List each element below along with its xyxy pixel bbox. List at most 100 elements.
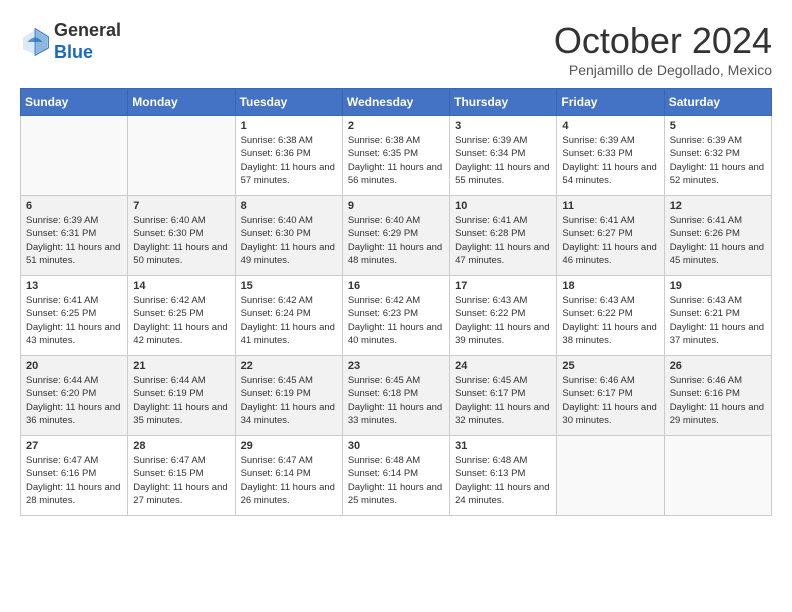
day-info: Sunrise: 6:41 AMSunset: 6:26 PMDaylight:… [670,214,766,267]
week-row-1: 1Sunrise: 6:38 AMSunset: 6:36 PMDaylight… [21,116,772,196]
day-info: Sunrise: 6:39 AMSunset: 6:33 PMDaylight:… [562,134,658,187]
sunrise: Sunrise: 6:39 AM [562,135,634,146]
day-number: 26 [670,360,766,372]
sunset: Sunset: 6:13 PM [455,468,525,479]
day-header-monday: Monday [128,89,235,116]
calendar-cell [21,116,128,196]
calendar-cell: 27Sunrise: 6:47 AMSunset: 6:16 PMDayligh… [21,436,128,516]
calendar-cell: 15Sunrise: 6:42 AMSunset: 6:24 PMDayligh… [235,276,342,356]
sunrise: Sunrise: 6:42 AM [241,295,313,306]
sunset: Sunset: 6:34 PM [455,148,525,159]
daylight: Daylight: 11 hours and 24 minutes. [455,482,549,506]
day-number: 10 [455,200,551,212]
sunrise: Sunrise: 6:42 AM [348,295,420,306]
day-info: Sunrise: 6:43 AMSunset: 6:21 PMDaylight:… [670,294,766,347]
day-info: Sunrise: 6:44 AM Sunset: 6:19 PM Daylight:… [133,374,229,427]
day-info: Sunrise: 6:48 AM Sunset: 6:13 PM Daylight:… [455,454,551,507]
daylight: Daylight: 11 hours and 41 minutes. [241,322,335,346]
sunset: Sunset: 6:30 PM [241,228,311,239]
sunset: Sunset: 6:19 PM [133,388,203,399]
daylight: Daylight: 11 hours and 29 minutes. [670,402,764,426]
sunrise: Sunrise: 6:41 AM [670,215,742,226]
sunset: Sunset: 6:23 PM [348,308,418,319]
sunrise: Sunrise: 6:44 AM [133,375,205,386]
day-number: 29 [241,440,337,452]
day-info: Sunrise: 6:45 AMSunset: 6:18 PMDaylight:… [348,374,444,427]
calendar-cell: 26Sunrise: 6:46 AMSunset: 6:16 PMDayligh… [664,356,771,436]
calendar-cell [664,436,771,516]
daylight: Daylight: 11 hours and 34 minutes. [241,402,335,426]
day-number: 1 [241,120,337,132]
day-number: 12 [670,200,766,212]
day-number: 11 [562,200,658,212]
sunrise: Sunrise: 6:40 AM [133,215,205,226]
day-number: 17 [455,280,551,292]
sunrise: Sunrise: 6:44 AM [26,375,98,386]
calendar-cell: 24Sunrise: 6:45 AMSunset: 6:17 PMDayligh… [450,356,557,436]
calendar-cell: 8Sunrise: 6:40 AMSunset: 6:30 PMDaylight… [235,196,342,276]
day-header-wednesday: Wednesday [342,89,449,116]
day-number: 13 [26,280,122,292]
sunset: Sunset: 6:31 PM [26,228,96,239]
day-info: Sunrise: 6:41 AMSunset: 6:25 PMDaylight:… [26,294,122,347]
day-number: 23 [348,360,444,372]
sunset: Sunset: 6:16 PM [26,468,96,479]
daylight: Daylight: 11 hours and 30 minutes. [562,402,656,426]
daylight: Daylight: 11 hours and 40 minutes. [348,322,442,346]
week-row-5: 27Sunrise: 6:47 AMSunset: 6:16 PMDayligh… [21,436,772,516]
sunset: Sunset: 6:33 PM [562,148,632,159]
daylight: Daylight: 11 hours and 43 minutes. [26,322,120,346]
sunset: Sunset: 6:17 PM [455,388,525,399]
sunrise: Sunrise: 6:46 AM [670,375,742,386]
calendar-cell: 22Sunrise: 6:45 AMSunset: 6:19 PMDayligh… [235,356,342,436]
sunrise: Sunrise: 6:45 AM [455,375,527,386]
calendar-cell: 16Sunrise: 6:42 AMSunset: 6:23 PMDayligh… [342,276,449,356]
daylight: Daylight: 11 hours and 25 minutes. [348,482,442,506]
sunset: Sunset: 6:36 PM [241,148,311,159]
daylight: Daylight: 11 hours and 56 minutes. [348,162,442,186]
sunrise: Sunrise: 6:45 AM [348,375,420,386]
sunrise: Sunrise: 6:39 AM [455,135,527,146]
sunset: Sunset: 6:18 PM [348,388,418,399]
calendar-table: SundayMondayTuesdayWednesdayThursdayFrid… [20,88,772,516]
calendar-cell [557,436,664,516]
sunrise: Sunrise: 6:43 AM [455,295,527,306]
daylight: Daylight: 11 hours and 36 minutes. [26,402,120,426]
sunset: Sunset: 6:15 PM [133,468,203,479]
sunrise: Sunrise: 6:48 AM [455,455,527,466]
week-row-4: 20Sunrise: 6:44 AMSunset: 6:20 PMDayligh… [21,356,772,436]
daylight: Daylight: 11 hours and 50 minutes. [133,242,227,266]
day-info: Sunrise: 6:45 AM Sunset: 6:17 PM Daylight:… [455,374,551,427]
daylight: Daylight: 11 hours and 32 minutes. [455,402,549,426]
day-number: 7 [133,200,229,212]
sunrise: Sunrise: 6:39 AM [670,135,742,146]
sunset: Sunset: 6:29 PM [348,228,418,239]
calendar-cell: 20Sunrise: 6:44 AMSunset: 6:20 PMDayligh… [21,356,128,436]
calendar-cell: 23Sunrise: 6:45 AMSunset: 6:18 PMDayligh… [342,356,449,436]
day-info: Sunrise: 6:39 AMSunset: 6:32 PMDaylight:… [670,134,766,187]
sunset: Sunset: 6:24 PM [241,308,311,319]
sunset: Sunset: 6:35 PM [348,148,418,159]
calendar-cell: 10Sunrise: 6:41 AMSunset: 6:28 PMDayligh… [450,196,557,276]
sunrise: Sunrise: 6:43 AM [562,295,634,306]
calendar-cell: 25Sunrise: 6:46 AMSunset: 6:17 PMDayligh… [557,356,664,436]
daylight: Daylight: 11 hours and 52 minutes. [670,162,764,186]
sunset: Sunset: 6:27 PM [562,228,632,239]
daylight: Daylight: 11 hours and 35 minutes. [133,402,227,426]
sunrise: Sunrise: 6:48 AM [348,455,420,466]
sunset: Sunset: 6:22 PM [562,308,632,319]
day-info: Sunrise: 6:39 AMSunset: 6:31 PMDaylight:… [26,214,122,267]
daylight: Daylight: 11 hours and 47 minutes. [455,242,549,266]
daylight: Daylight: 11 hours and 57 minutes. [241,162,335,186]
calendar-cell: 13 Sunrise: 6:41 AMSunset: 6:25 PMDayligh… [21,276,128,356]
calendar-cell: 28Sunrise: 6:47 AMSunset: 6:15 PMDayligh… [128,436,235,516]
calendar-cell: 21Sunrise: 6:44 AMSunset: 6:19 PMDayligh… [128,356,235,436]
sunset: Sunset: 6:25 PM [26,308,96,319]
calendar-cell: 4Sunrise: 6:39 AMSunset: 6:33 PMDaylight… [557,116,664,196]
sunrise: Sunrise: 6:47 AM [133,455,205,466]
logo-icon [20,27,50,57]
title-block: October 2024 Penjamillo de Degollado, Me… [554,20,772,78]
sunset: Sunset: 6:22 PM [455,308,525,319]
day-number: 25 [562,360,658,372]
day-number: 6 [26,200,122,212]
